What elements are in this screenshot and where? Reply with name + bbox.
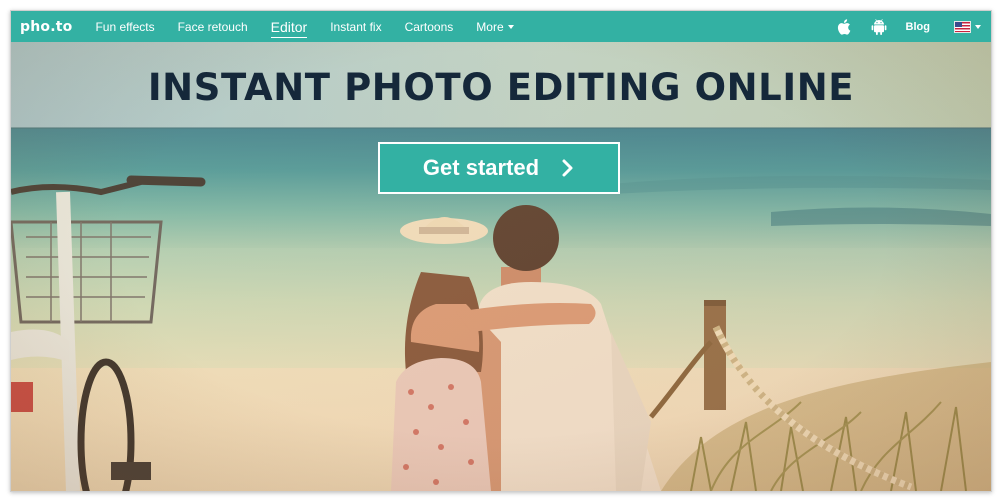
caret-down-icon [507,25,514,29]
hero-banner: INSTANT PHOTO EDITING ONLINE Get started [11,42,991,491]
logo[interactable]: pho.to [20,19,72,35]
nav-item-label: Instant fix [330,19,382,34]
photo-vignette [11,42,991,491]
nav-item-label: Editor [270,18,308,35]
caret-down-icon [975,25,981,29]
get-started-label: Get started [422,155,540,180]
nav-right: Blog [816,11,981,42]
nav-item-label: Cartoons [404,19,454,34]
nav-item-label: Fun effects [95,19,155,34]
us-flag-icon [954,20,971,33]
page-frame: pho.to Fun effects Face retouch Editor I… [10,10,992,492]
nav-item-more[interactable]: More [476,11,514,42]
nav-item-editor[interactable]: Editor [270,11,308,42]
nav-item-instant-fix[interactable]: Instant fix [330,11,381,42]
nav-item-label: Face retouch [177,19,248,34]
hero-title: INSTANT PHOTO EDITING ONLINE [147,66,855,109]
nav-item-cartoons[interactable]: Cartoons [405,11,454,42]
nav-item-fun-effects[interactable]: Fun effects [95,11,154,42]
blog-link[interactable]: Blog [906,21,930,33]
android-icon[interactable] [870,18,888,36]
apple-icon[interactable] [834,18,852,36]
top-navbar: pho.to Fun effects Face retouch Editor I… [11,11,991,42]
language-selector[interactable] [954,20,981,33]
nav-item-label: More [476,19,504,34]
get-started-button[interactable]: Get started [378,142,620,194]
chevron-right-icon [561,158,575,178]
nav-item-face-retouch[interactable]: Face retouch [178,11,248,42]
